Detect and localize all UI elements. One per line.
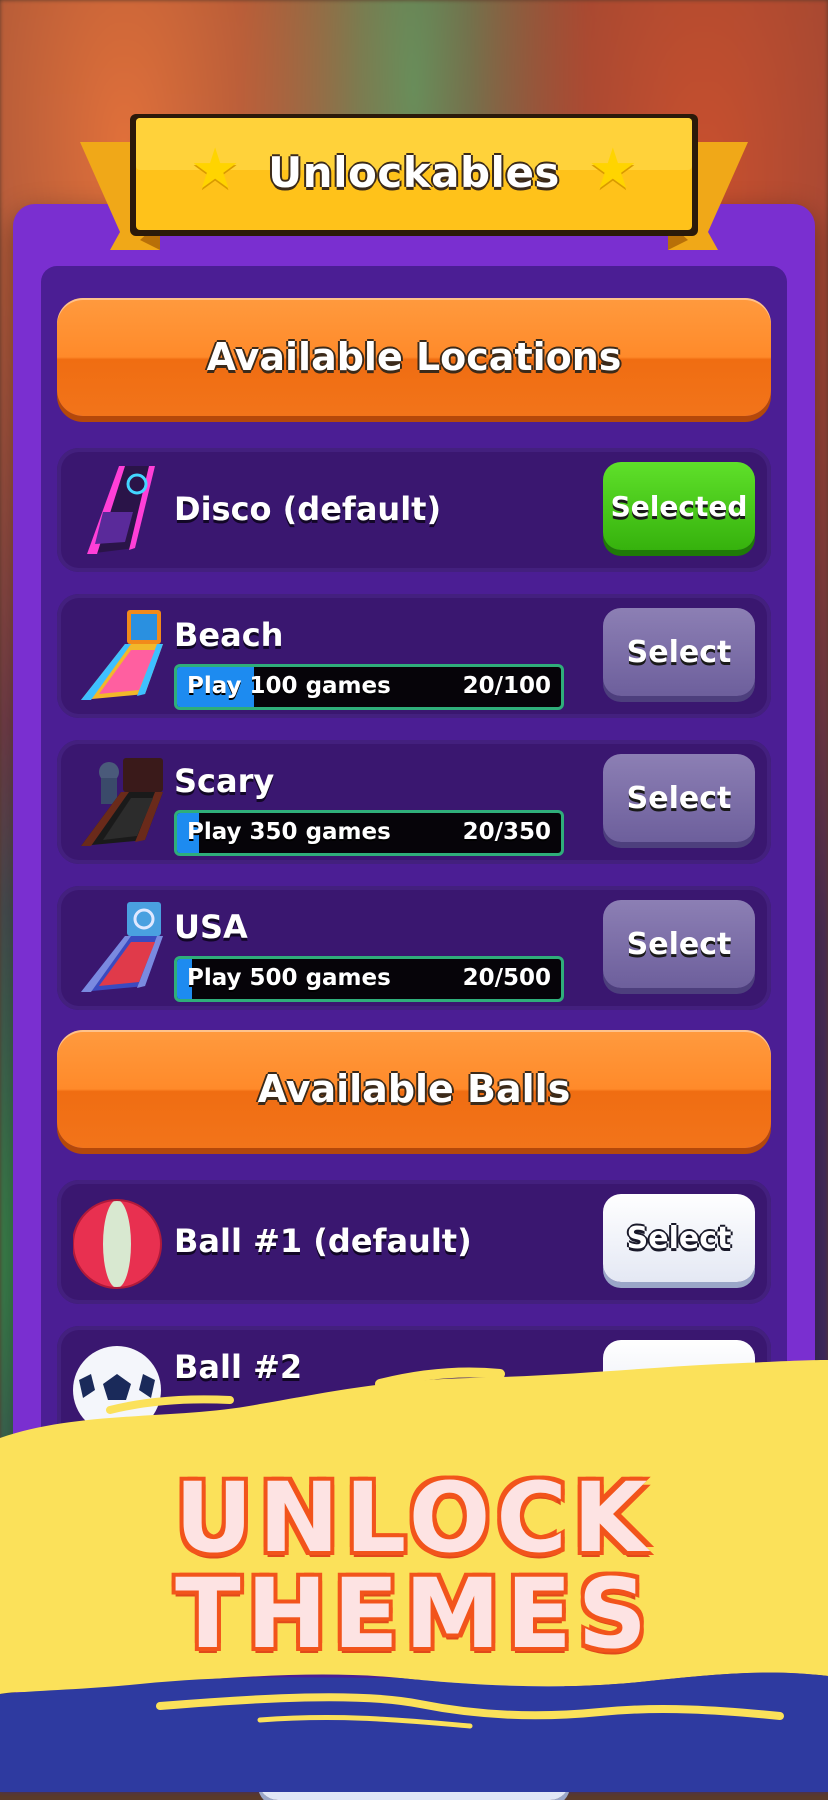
selected-button[interactable]: Selected — [603, 462, 755, 550]
location-row-scary: Scary Play 350 games 20/350 Select — [57, 740, 771, 864]
section-header-balls: Available Balls — [57, 1030, 771, 1148]
scary-lane-icon — [81, 758, 163, 846]
progress-count: 20/350 — [462, 819, 551, 845]
select-button[interactable]: Select — [603, 1194, 755, 1282]
beach-lane-icon — [81, 610, 163, 700]
striped-ball-icon — [73, 1199, 162, 1289]
progress-count: 20/500 — [462, 965, 551, 991]
select-button[interactable]: Select — [603, 754, 755, 842]
location-row-disco: Disco (default) Selected — [57, 448, 771, 572]
location-name: Beach — [174, 616, 284, 654]
requirement-text: Play 500 games — [187, 965, 391, 991]
section-title-balls: Available Balls — [257, 1067, 571, 1111]
promo-title: UNLOCK THEMES — [0, 1470, 828, 1662]
progress-bar: Play 500 games 20/500 — [174, 956, 564, 1002]
ball-row-1: Ball #1 (default) Select — [57, 1180, 771, 1304]
select-button[interactable]: Select — [603, 900, 755, 988]
section-header-locations: Available Locations — [57, 298, 771, 416]
ball-name: Ball #1 (default) — [174, 1222, 472, 1260]
promo-line-1: UNLOCK — [174, 1462, 654, 1574]
select-button[interactable]: Select — [603, 608, 755, 696]
section-title-locations: Available Locations — [206, 335, 622, 379]
location-name: USA — [174, 908, 248, 946]
location-row-usa: USA Play 500 games 20/500 Select — [57, 886, 771, 1010]
title-ribbon: ★ ★ Unlockables — [80, 112, 748, 262]
usa-lane-icon — [81, 902, 163, 992]
location-name: Disco (default) — [174, 490, 442, 528]
requirement-text: Play 100 games — [187, 673, 391, 699]
location-row-beach: Beach Play 100 games 20/100 Select — [57, 594, 771, 718]
location-name: Scary — [174, 762, 275, 800]
requirement-text: Play 350 games — [187, 819, 391, 845]
progress-count: 20/100 — [462, 673, 551, 699]
promo-line-2: THEMES — [175, 1558, 653, 1670]
disco-lane-icon — [87, 466, 155, 554]
page-title: Unlockables — [268, 148, 560, 197]
progress-bar: Play 350 games 20/350 — [174, 810, 564, 856]
progress-bar: Play 100 games 20/100 — [174, 664, 564, 710]
